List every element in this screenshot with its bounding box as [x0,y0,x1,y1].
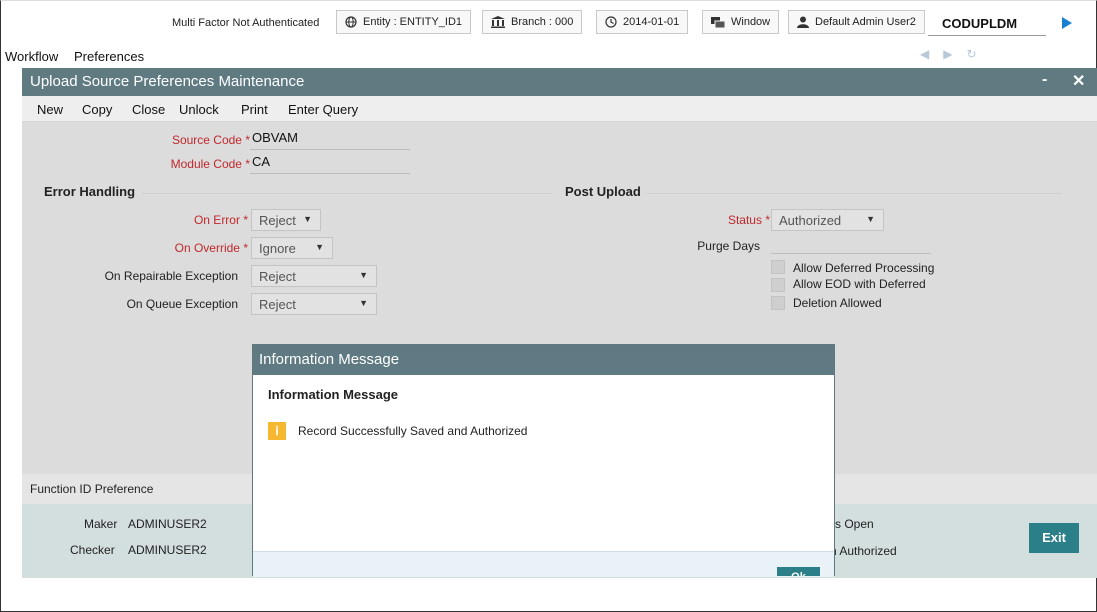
clock-icon [605,16,617,28]
record-status-value: s Open [835,517,874,531]
date-label: 2014-01-01 [623,16,680,28]
user-label: Default Admin User2 [815,16,916,28]
on-repairable-exception-label: On Repairable Exception [104,269,238,283]
section-divider [142,193,552,194]
branch-chip[interactable]: Branch : 000 [482,10,583,34]
info-icon: ⅰ [268,422,286,440]
source-code-field[interactable]: OBVAM [250,130,410,150]
dialog-footer [253,551,834,577]
allow-eod-checkbox[interactable] [771,278,785,292]
dropdown-arrow-icon: ▼ [866,214,875,224]
authorization-status-value: n Authorized [830,544,897,558]
nav-forward-icon[interactable]: ▶ [943,47,966,61]
date-chip[interactable]: 2014-01-01 [596,10,689,34]
error-handling-heading: Error Handling [44,184,136,199]
deletion-allowed-label: Deletion Allowed [793,296,882,310]
entity-chip[interactable]: Entity : ENTITY_ID1 [336,10,472,34]
dropdown-arrow-icon: ▼ [359,298,368,308]
play-icon[interactable] [1062,17,1072,29]
window-icon [711,16,725,28]
on-queue-exception-label: On Queue Exception [126,297,238,311]
post-upload-heading: Post Upload [565,184,641,199]
user-chip[interactable]: Default Admin User2 [788,10,925,34]
print-button[interactable]: Print [241,102,268,117]
top-bar: Multi Factor Not Authenticated Entity : … [0,0,1097,44]
allow-deferred-label: Allow Deferred Processing [793,261,935,275]
deletion-allowed-checkbox[interactable] [771,296,785,310]
dropdown-arrow-icon: ▼ [315,242,324,252]
dialog-title: Information Message [259,351,400,368]
dialog-heading: Information Message [268,387,399,402]
exit-button[interactable]: Exit [1029,523,1079,553]
window-title-bar: Upload Source Preferences Maintenance [22,68,1097,96]
allow-eod-label: Allow EOD with Deferred [793,277,926,291]
allow-deferred-checkbox[interactable] [771,260,785,274]
module-code-label: Module Code * [170,157,250,171]
window-label: Window [731,16,771,28]
on-override-select[interactable]: Ignore ▼ [251,237,333,259]
checker-label: Checker [70,543,115,557]
window-title: Upload Source Preferences Maintenance [30,73,305,90]
dialog-title-bar[interactable]: Information Message [253,345,834,375]
purge-days-label: Purge Days [697,239,760,253]
entity-label: Entity : ENTITY_ID1 [363,16,463,28]
minimize-icon[interactable]: - [1042,71,1047,89]
module-code-field[interactable]: CA [250,154,410,174]
dialog-message: Record Successfully Saved and Authorized [298,424,528,438]
user-icon [797,16,809,28]
dropdown-arrow-icon: ▼ [359,270,368,280]
bank-icon [491,16,505,28]
purge-days-field[interactable] [771,234,931,254]
new-button[interactable]: New [37,102,63,117]
on-error-label: On Error * [193,213,248,227]
close-button[interactable]: Close [132,102,165,117]
function-code-field[interactable]: CODUPLDM [928,10,1046,36]
checker-value: ADMINUSER2 [128,543,207,557]
toolbar: New Copy Close Unlock Print Enter Query [22,96,1097,122]
auth-status-text: Multi Factor Not Authenticated [172,17,320,29]
information-dialog: Information Message Information Message … [252,344,835,577]
section-divider [647,193,1062,194]
window-chip[interactable]: Window [702,10,780,34]
on-repairable-exception-select[interactable]: Reject ▼ [251,265,377,287]
enter-query-button[interactable]: Enter Query [288,102,358,117]
status-select[interactable]: Authorized ▼ [771,209,884,231]
globe-icon [345,16,357,28]
close-icon[interactable]: ✕ [1072,71,1085,91]
function-id-preference-label: Function ID Preference [30,482,154,496]
maker-value: ADMINUSER2 [128,517,207,531]
refresh-icon[interactable]: ↻ [966,47,990,61]
menu-workflow[interactable]: Workflow [5,49,58,64]
menu-preferences[interactable]: Preferences [74,49,144,64]
nav-arrows: ◀▶↻ [920,47,991,61]
on-queue-exception-select[interactable]: Reject ▼ [251,293,377,315]
ok-button[interactable]: Ok [777,567,820,576]
on-override-label: On Override * [174,241,248,255]
on-error-select[interactable]: Reject ▼ [251,209,321,231]
branch-label: Branch : 000 [511,16,574,28]
nav-back-icon[interactable]: ◀ [920,47,943,61]
status-label: Status * [727,213,770,227]
copy-button[interactable]: Copy [82,102,112,117]
source-code-label: Source Code * [171,133,250,147]
unlock-button[interactable]: Unlock [179,102,219,117]
dropdown-arrow-icon: ▼ [303,214,312,224]
maker-label: Maker [84,517,118,531]
